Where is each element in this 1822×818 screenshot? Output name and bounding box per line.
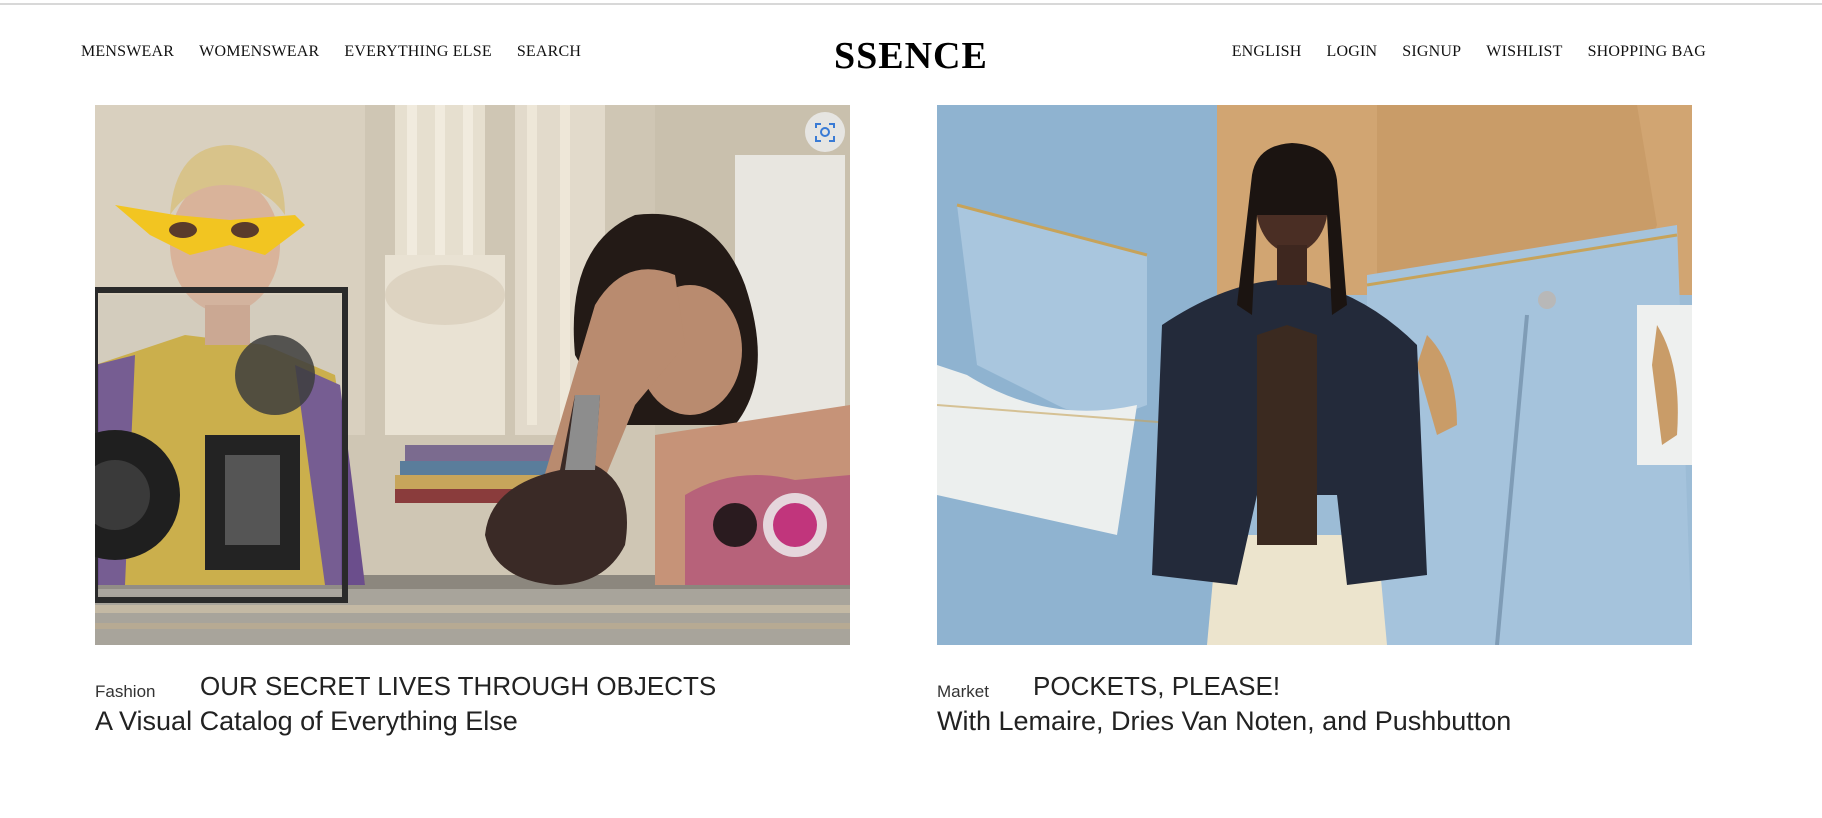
account-nav: ENGLISH LOGIN SIGNUP WISHLIST SHOPPING B… (1207, 43, 1706, 61)
editorial-image-objects[interactable] (95, 105, 850, 645)
editorial-card-fashion[interactable]: Fashion OUR SECRET LIVES THROUGH OBJECTS… (95, 105, 850, 737)
card-headline[interactable]: POCKETS, PLEASE! (1033, 671, 1280, 702)
nav-shopping-bag[interactable]: SHOPPING BAG (1588, 43, 1706, 61)
nav-womenswear[interactable]: WOMENSWEAR (199, 43, 319, 61)
nav-search[interactable]: SEARCH (517, 43, 581, 61)
nav-everything-else[interactable]: EVERYTHING ELSE (344, 43, 491, 61)
visual-search-button[interactable] (805, 112, 845, 152)
card-category[interactable]: Fashion (95, 682, 155, 702)
nav-signup[interactable]: SIGNUP (1402, 43, 1461, 61)
card-caption: Fashion OUR SECRET LIVES THROUGH OBJECTS… (95, 645, 850, 737)
editorial-photo-pockets (937, 105, 1692, 645)
nav-language[interactable]: ENGLISH (1232, 43, 1302, 61)
card-category[interactable]: Market (937, 682, 989, 702)
card-subline[interactable]: A Visual Catalog of Everything Else (95, 706, 518, 737)
editorial-image-pockets[interactable] (937, 105, 1692, 645)
visual-search-icon (815, 123, 835, 142)
nav-menswear[interactable]: MENSWEAR (81, 43, 174, 61)
editorial-photo-objects (95, 105, 850, 645)
site-logo[interactable]: SSENCE (834, 34, 988, 78)
nav-wishlist[interactable]: WISHLIST (1486, 43, 1562, 61)
card-subline[interactable]: With Lemaire, Dries Van Noten, and Pushb… (937, 706, 1511, 737)
site-header: MENSWEAR WOMENSWEAR EVERYTHING ELSE SEAR… (0, 0, 1822, 100)
card-caption: Market POCKETS, PLEASE! With Lemaire, Dr… (937, 645, 1692, 737)
card-headline[interactable]: OUR SECRET LIVES THROUGH OBJECTS (200, 671, 716, 702)
nav-login[interactable]: LOGIN (1327, 43, 1378, 61)
primary-nav: MENSWEAR WOMENSWEAR EVERYTHING ELSE SEAR… (81, 43, 606, 61)
editorial-card-market[interactable]: Market POCKETS, PLEASE! With Lemaire, Dr… (937, 105, 1692, 737)
